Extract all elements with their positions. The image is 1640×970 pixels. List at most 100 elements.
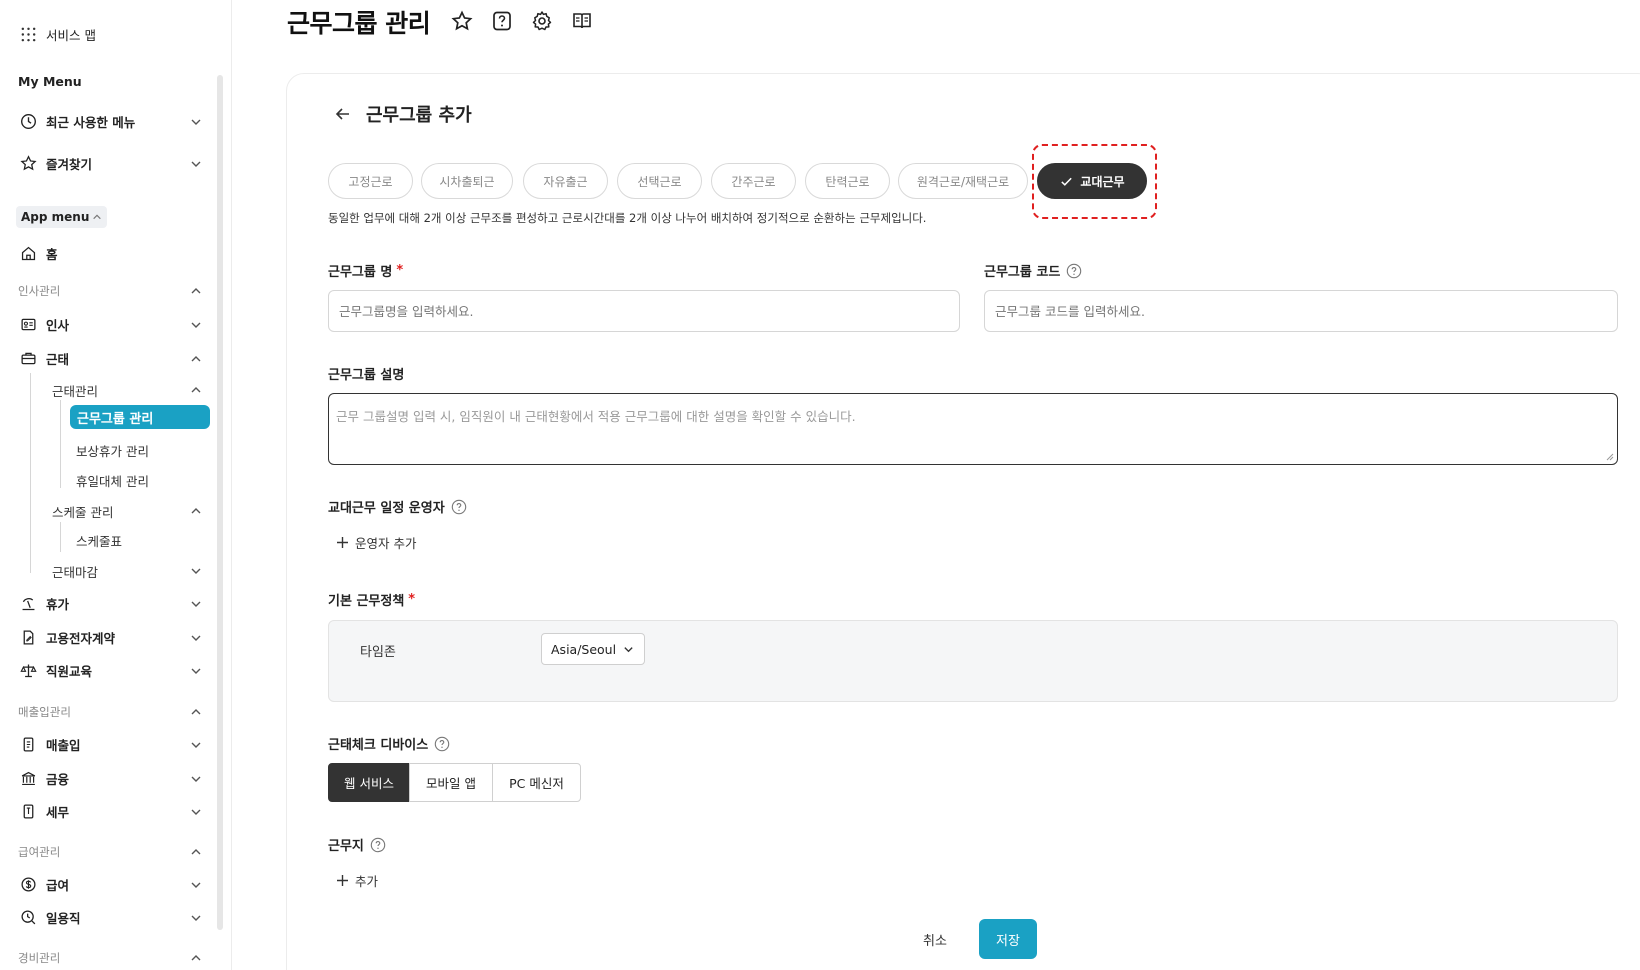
chevron-down-icon[interactable] bbox=[189, 911, 203, 925]
chevron-down-icon[interactable] bbox=[189, 772, 203, 786]
sidebar-item-geuntae-mgmt[interactable]: 근태관리 bbox=[52, 381, 98, 400]
bank-icon bbox=[18, 768, 38, 788]
chevron-down-icon[interactable] bbox=[189, 878, 203, 892]
favorites-menu-item[interactable]: 즐겨찾기 bbox=[18, 153, 92, 173]
device-web-toggle[interactable]: 웹 서비스 bbox=[328, 763, 410, 802]
sidebar-item-home[interactable]: 홈 bbox=[18, 243, 58, 263]
grid-icon bbox=[18, 24, 38, 44]
service-map-label: 서비스 맵 bbox=[46, 27, 96, 43]
back-header: 근무그룹 추가 bbox=[334, 101, 472, 127]
chevron-down-icon[interactable] bbox=[189, 664, 203, 678]
gear-icon[interactable] bbox=[529, 8, 555, 34]
beach-icon bbox=[18, 593, 38, 613]
chevron-down-icon[interactable] bbox=[189, 805, 203, 819]
device-mobile-toggle[interactable]: 모바일 앱 bbox=[409, 763, 493, 802]
sidebar-item-sales[interactable]: 매출입 bbox=[18, 734, 81, 754]
recent-menu-item[interactable]: 최근 사용한 메뉴 bbox=[18, 111, 135, 131]
tax-document-icon bbox=[18, 801, 38, 821]
sidebar-item-geuntae[interactable]: 근태 bbox=[18, 348, 69, 368]
sidebar-item-tax[interactable]: 세무 bbox=[18, 801, 69, 821]
device-label: 근태체크 디바이스 bbox=[328, 734, 450, 753]
chip-remote[interactable]: 원격근로/재택근로 bbox=[898, 163, 1028, 199]
chevron-up-icon[interactable] bbox=[189, 383, 203, 397]
question-circle-icon[interactable] bbox=[370, 837, 386, 853]
save-button[interactable]: 저장 bbox=[979, 919, 1037, 959]
plus-icon bbox=[337, 537, 348, 548]
chevron-down-icon[interactable] bbox=[189, 738, 203, 752]
service-map-button[interactable]: 서비스 맵 bbox=[18, 24, 96, 44]
chevron-up-icon[interactable] bbox=[189, 504, 203, 518]
sidebar-item-vacation[interactable]: 휴가 bbox=[18, 593, 69, 613]
sidebar-item-finance[interactable]: 금융 bbox=[18, 768, 69, 788]
sidebar-item-schedule-mgmt[interactable]: 스케줄 관리 bbox=[52, 502, 113, 521]
group-code-label: 근무그룹 코드 bbox=[984, 261, 1082, 280]
cancel-button[interactable]: 취소 bbox=[905, 919, 965, 959]
group-name-input[interactable] bbox=[328, 290, 960, 332]
required-mark: * bbox=[408, 592, 416, 607]
sidebar-item-daily[interactable]: 일용직 bbox=[18, 907, 81, 927]
help-icon[interactable] bbox=[489, 8, 515, 34]
chip-fixed[interactable]: 고정근로 bbox=[328, 163, 413, 199]
shift-operator-label: 교대근무 일정 운영자 bbox=[328, 497, 467, 516]
section-sales: 매출입관리 bbox=[18, 705, 71, 719]
star-icon[interactable] bbox=[449, 8, 475, 34]
my-menu-heading: My Menu bbox=[18, 74, 82, 89]
book-icon[interactable] bbox=[569, 8, 595, 34]
scale-icon bbox=[18, 660, 38, 680]
chevron-up-icon[interactable] bbox=[189, 951, 203, 965]
arrow-left-icon[interactable] bbox=[334, 105, 352, 123]
sidebar-scrollbar[interactable] bbox=[217, 75, 223, 930]
add-workplace-button[interactable]: 추가 bbox=[336, 871, 378, 890]
sidebar-item-contract[interactable]: 고용전자계약 bbox=[18, 627, 115, 647]
dollar-coin-icon bbox=[18, 874, 38, 894]
chevron-down-icon[interactable] bbox=[189, 631, 203, 645]
chevron-down-icon[interactable] bbox=[189, 318, 203, 332]
section-payroll: 급여관리 bbox=[18, 845, 61, 859]
receipt-icon bbox=[18, 734, 38, 754]
required-mark: * bbox=[396, 263, 404, 278]
form-title: 근무그룹 추가 bbox=[366, 105, 472, 126]
policy-panel bbox=[328, 620, 1618, 702]
sidebar-item-geuntae-close[interactable]: 근태마감 bbox=[52, 562, 98, 581]
timezone-select[interactable]: Asia/Seoul bbox=[541, 633, 645, 665]
chip-selective[interactable]: 선택근로 bbox=[617, 163, 702, 199]
question-circle-icon[interactable] bbox=[451, 499, 467, 515]
chevron-up-icon[interactable] bbox=[189, 845, 203, 859]
chip-deemed[interactable]: 간주근로 bbox=[711, 163, 796, 199]
form-card bbox=[286, 73, 1640, 970]
tree-line bbox=[30, 373, 31, 573]
sidebar-item-work-group[interactable]: 근무그룹 관리 bbox=[70, 405, 210, 429]
chevron-up-icon[interactable] bbox=[189, 705, 203, 719]
work-type-description: 동일한 업무에 대해 2개 이상 근무조를 편성하고 근로시간대를 2개 이상 … bbox=[328, 211, 927, 225]
highlight-box bbox=[1032, 144, 1157, 219]
sidebar-item-education[interactable]: 직원교육 bbox=[18, 660, 92, 680]
chevron-down-icon[interactable] bbox=[189, 597, 203, 611]
section-hr: 인사관리 bbox=[18, 284, 61, 298]
group-desc-label: 근무그룹 설명 bbox=[328, 368, 405, 383]
group-code-input[interactable] bbox=[984, 290, 1618, 332]
chevron-down-icon[interactable] bbox=[189, 564, 203, 578]
clock-search-icon bbox=[18, 907, 38, 927]
chevron-up-icon[interactable] bbox=[189, 352, 203, 366]
app-menu-toggle[interactable]: App menu bbox=[16, 206, 108, 228]
sidebar-item-salary[interactable]: 급여 bbox=[18, 874, 69, 894]
question-circle-icon[interactable] bbox=[1066, 263, 1082, 279]
question-circle-icon[interactable] bbox=[434, 736, 450, 752]
chevron-down-icon[interactable] bbox=[189, 157, 203, 171]
resize-handle-icon[interactable] bbox=[1606, 453, 1614, 461]
id-card-icon bbox=[18, 314, 38, 334]
sidebar-item-schedule-table[interactable]: 스케줄표 bbox=[76, 531, 122, 550]
sidebar-item-insa[interactable]: 인사 bbox=[18, 314, 69, 334]
chip-free-start[interactable]: 자유출근 bbox=[523, 163, 608, 199]
sidebar-item-comp-leave[interactable]: 보상휴가 관리 bbox=[76, 441, 149, 460]
sidebar-item-holiday-sub[interactable]: 휴일대체 관리 bbox=[76, 471, 149, 490]
star-icon bbox=[18, 153, 38, 173]
chevron-up-icon[interactable] bbox=[189, 284, 203, 298]
chip-elastic[interactable]: 탄력근로 bbox=[805, 163, 890, 199]
chevron-down-icon[interactable] bbox=[189, 115, 203, 129]
device-pc-toggle[interactable]: PC 메신저 bbox=[492, 763, 581, 802]
group-desc-textarea[interactable]: 근무 그룹설명 입력 시, 임직원이 내 근태현황에서 적용 근무그룹에 대한 … bbox=[328, 393, 1618, 465]
add-operator-button[interactable]: 운영자 추가 bbox=[336, 533, 416, 552]
chip-flex-time[interactable]: 시차출퇴근 bbox=[421, 163, 513, 199]
timezone-label: 타임존 bbox=[360, 645, 396, 660]
